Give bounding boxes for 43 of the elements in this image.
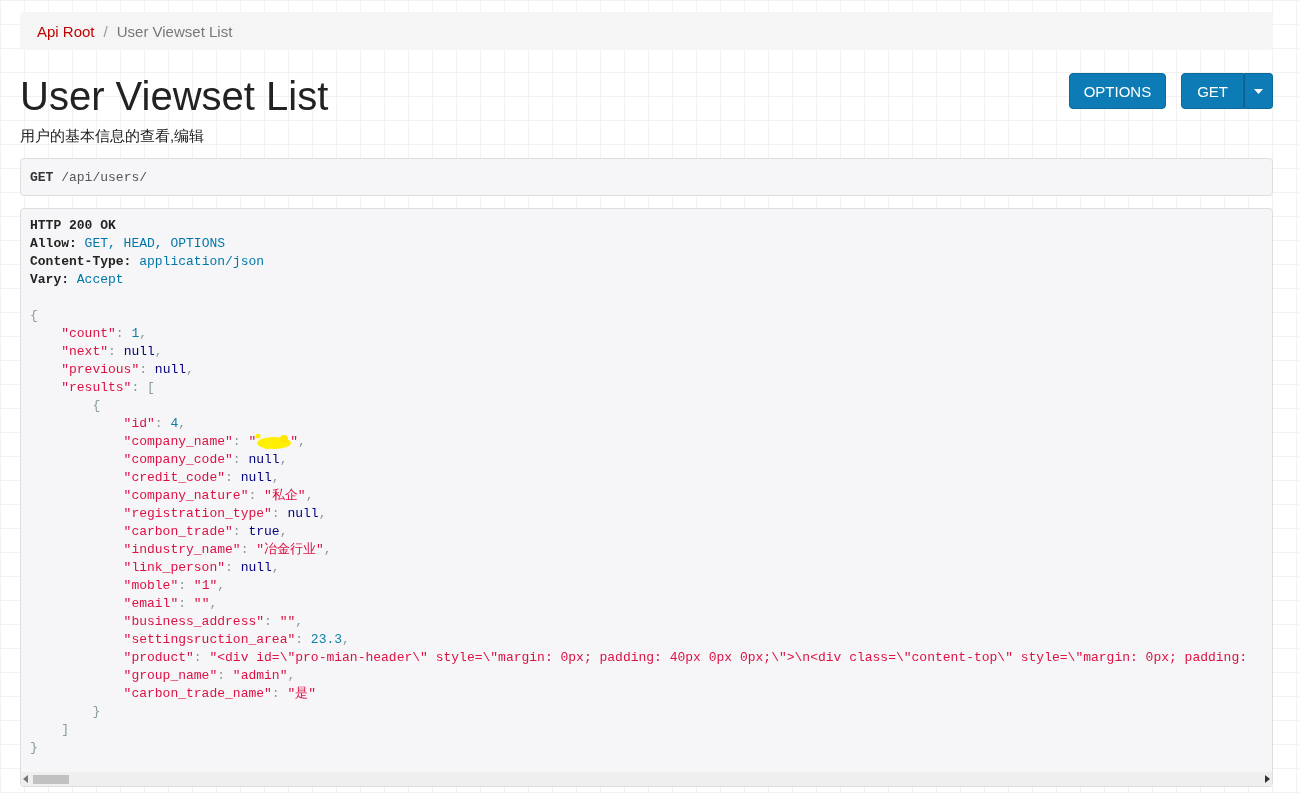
json-line: "group_name": "admin", — [122, 667, 297, 685]
json-line: { — [30, 307, 39, 325]
json-line: "previous": null, — [60, 361, 195, 379]
breadcrumb-current: User Viewset List — [116, 22, 233, 40]
json-line: "company_name": " ", — [122, 433, 307, 451]
json-line: "count": 1, — [60, 325, 149, 343]
json-line: "moble": "1", — [122, 577, 227, 595]
horizontal-scrollbar[interactable] — [21, 772, 1272, 786]
json-line: "link_person": null, — [122, 559, 281, 577]
json-line: "carbon_trade_name": "是" — [122, 685, 318, 703]
json-line: "carbon_trade": true, — [122, 523, 289, 541]
options-button[interactable]: OPTIONS — [1068, 73, 1167, 109]
json-line: { — [91, 397, 102, 415]
json-line: "business_address": "", — [122, 613, 305, 631]
breadcrumb-link[interactable]: Api Root — [37, 22, 95, 40]
json-line: ] — [60, 721, 70, 739]
breadcrumb-separator: / — [103, 22, 108, 40]
json-line: } — [30, 739, 39, 757]
header-line: Content-Type: application/json — [30, 253, 266, 271]
json-line: "settingsruction_area": 23.3, — [122, 631, 351, 649]
header-line: HTTP 200 OK — [30, 217, 117, 235]
json-line: "credit_code": null, — [122, 469, 281, 487]
page-title: User Viewset List — [20, 73, 329, 119]
json-line: "company_code": null, — [122, 451, 289, 469]
caret-icon — [1254, 88, 1263, 94]
header-line: Vary: Accept — [30, 271, 125, 289]
scroll-right-icon[interactable] — [1264, 775, 1270, 783]
get-button[interactable]: GET — [1181, 73, 1244, 109]
json-line: "id": 4, — [122, 415, 188, 433]
json-line: "email": "", — [122, 595, 219, 613]
json-line: "company_nature": "私企", — [122, 487, 315, 505]
scroll-thumb[interactable] — [33, 774, 69, 784]
scroll-left-icon[interactable] — [23, 775, 29, 783]
json-line: } — [91, 703, 102, 721]
json-line: "registration_type": null, — [122, 505, 328, 523]
json-line: "industry_name": "冶金行业", — [122, 541, 333, 559]
description-text: 用户的基本信息的查看,编辑 — [20, 127, 206, 146]
json-line: "next": null, — [60, 343, 164, 361]
json-line: "product": "<div id=\"pro-mian-header\" style=\"margin: 0px; padding: 40px 0px 0px;\">\n<div class=\"content-top\" style=\"margin: 0px; padding: — [122, 649, 1248, 667]
dropdown-toggle[interactable] — [1244, 73, 1273, 109]
header-line: Allow: GET, HEAD, OPTIONS — [30, 235, 227, 253]
request-line: GET /api/users/ — [30, 169, 148, 185]
json-line: "results": [ — [60, 379, 156, 397]
